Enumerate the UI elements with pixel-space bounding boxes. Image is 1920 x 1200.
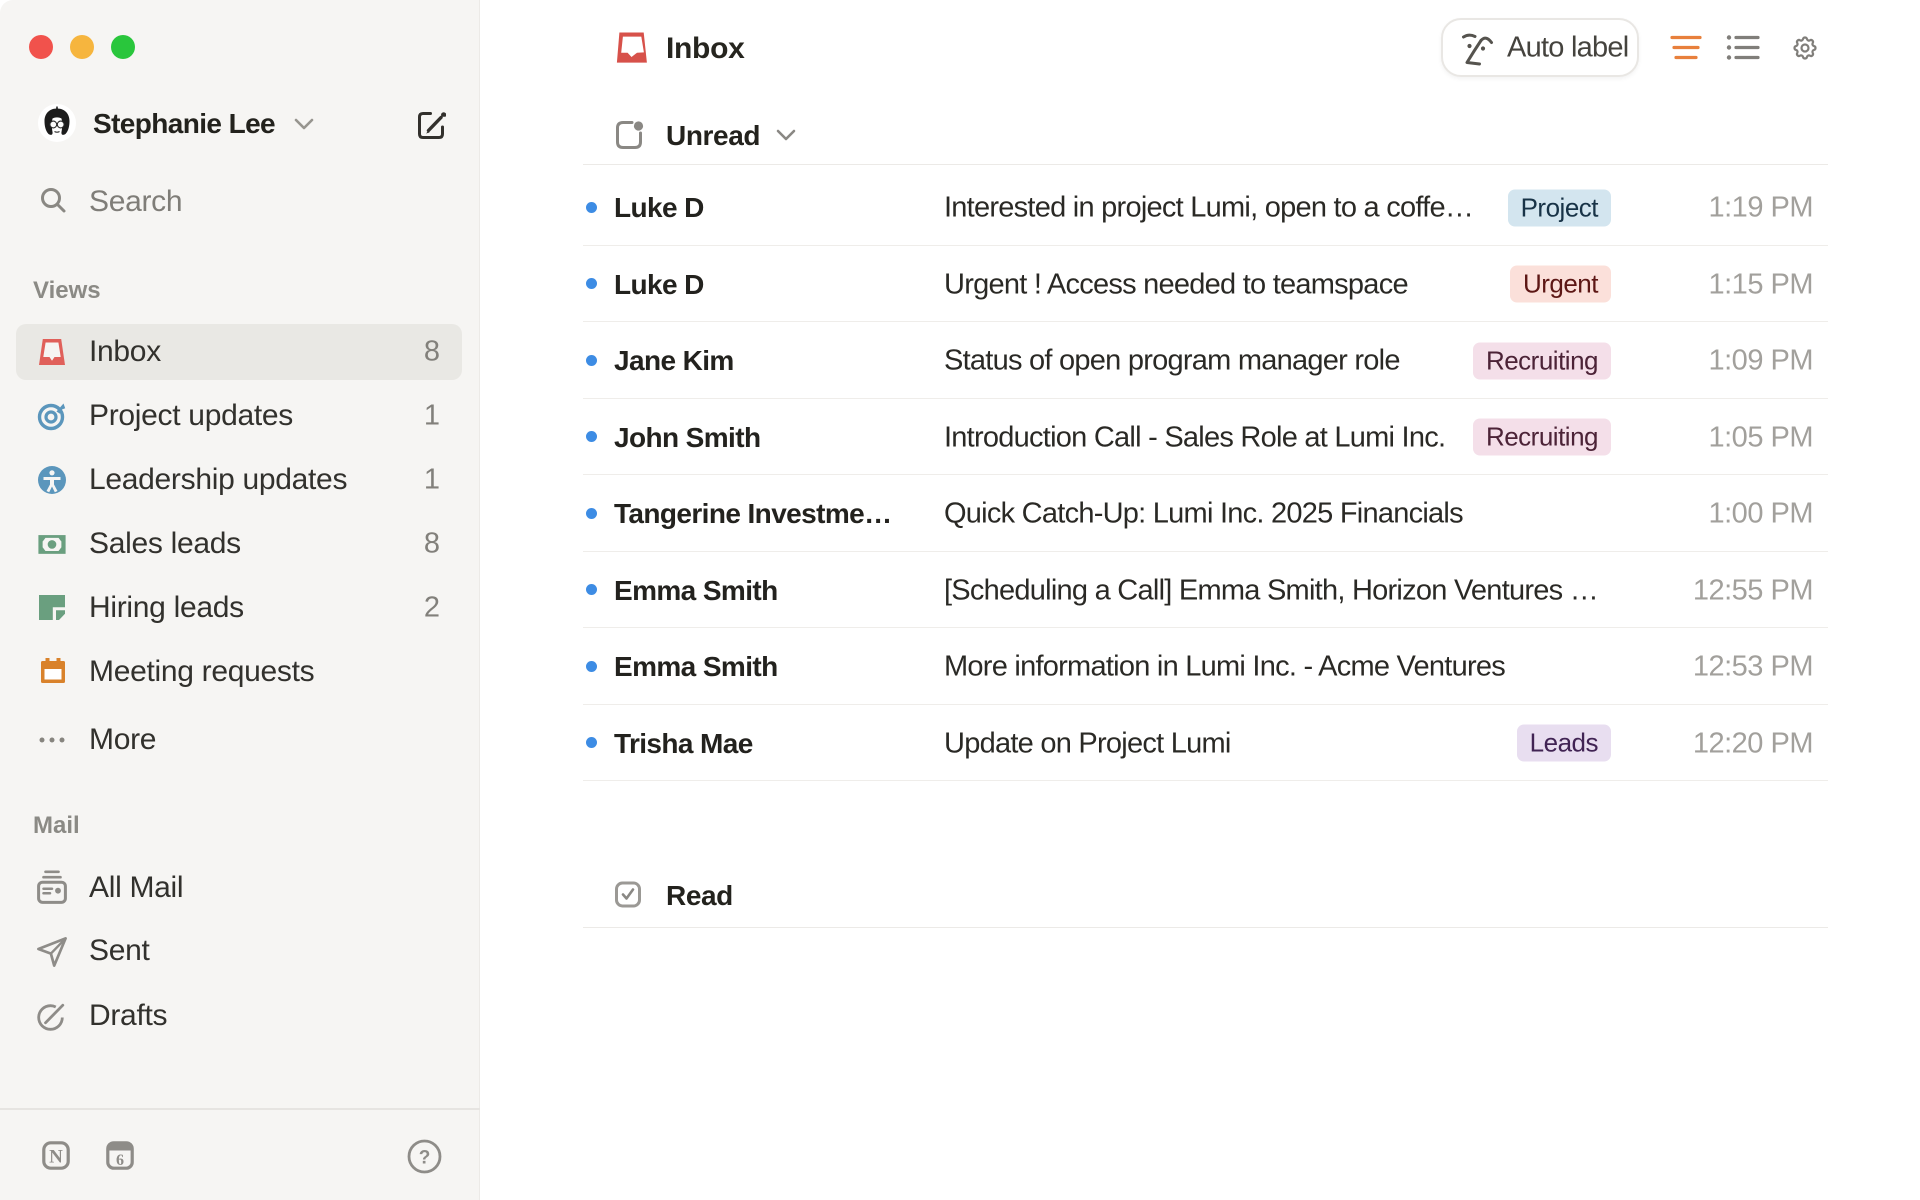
svg-text:6: 6	[116, 1152, 124, 1169]
svg-text:?: ?	[419, 1148, 431, 1169]
svg-text:N: N	[49, 1147, 63, 1168]
